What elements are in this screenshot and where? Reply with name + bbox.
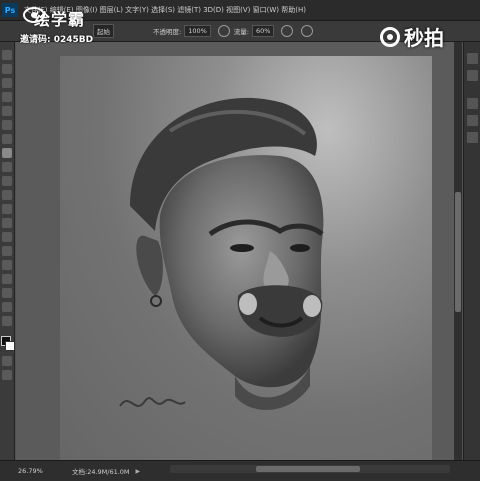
panel-dock [463,42,480,460]
stamp-tool-icon[interactable] [2,162,12,172]
hand-tool-icon[interactable] [2,302,12,312]
gradient-tool-icon[interactable] [2,204,12,214]
history-panel-icon[interactable] [466,53,478,64]
watermark-right-brand: 秒拍 [404,26,444,50]
brush-icon[interactable] [2,148,12,158]
signature [119,397,186,407]
flow-label: 流量: [233,28,249,36]
watermark-invite-code: 邀请码: 0245BD [20,35,94,45]
horizontal-scrollbar[interactable] [170,465,450,473]
pressure-icon[interactable] [217,25,230,37]
flow-field[interactable]: 60% [252,25,275,37]
tool-preset[interactable]: 起始 [93,24,114,38]
airbrush-icon[interactable] [281,25,294,37]
document-size: 文档:24.9M/61.0M [72,468,130,476]
background-color-swatch[interactable] [5,341,15,351]
status-menu-arrow-icon[interactable]: ▶ [136,468,141,475]
watermark-left: 绘学霸 邀请码: 0245BD [4,6,93,45]
watermark-right: 秒拍 [380,22,444,51]
marquee-tool-icon[interactable] [2,64,12,74]
eyedropper-tool-icon[interactable] [2,120,12,130]
crop-tool-icon[interactable] [2,106,12,116]
tools-panel [0,42,15,460]
healing-tool-icon[interactable] [2,134,12,144]
miaopai-logo-icon [380,26,400,47]
history-brush-icon[interactable] [2,176,12,186]
blur-tool-icon[interactable] [2,218,12,228]
layers-panel-icon[interactable] [466,115,478,126]
move-tool-icon[interactable] [2,50,12,60]
channels-panel-icon[interactable] [466,132,478,143]
vertical-scrollbar[interactable] [454,42,462,460]
screen-mode-icon[interactable] [2,370,12,380]
document-window [16,42,462,460]
status-bar: 26.79% 文档:24.9M/61.0M ▶ [0,460,480,481]
painting-canvas[interactable] [60,56,432,460]
color-swatches[interactable] [1,336,15,351]
opacity-field[interactable]: 100% [184,25,211,37]
zoom-level[interactable]: 26.79% [18,467,54,475]
brand-logo-icon [23,7,45,23]
tablet-pressure-icon[interactable] [301,25,314,37]
lasso-tool-icon[interactable] [2,78,12,88]
path-select-tool-icon[interactable] [2,274,12,284]
type-tool-icon[interactable] [2,260,12,270]
dodge-tool-icon[interactable] [2,232,12,242]
properties-panel-icon[interactable] [466,70,478,81]
eraser-tool-icon[interactable] [2,190,12,200]
zoom-tool-icon[interactable] [2,316,12,326]
quick-mask-icon[interactable] [2,356,12,366]
quick-select-tool-icon[interactable] [2,92,12,102]
portrait-painting [119,97,324,410]
opacity-label: 不透明度: [153,28,182,36]
pen-tool-icon[interactable] [2,246,12,256]
shape-tool-icon[interactable] [2,288,12,298]
swatches-panel-icon[interactable] [466,98,478,109]
